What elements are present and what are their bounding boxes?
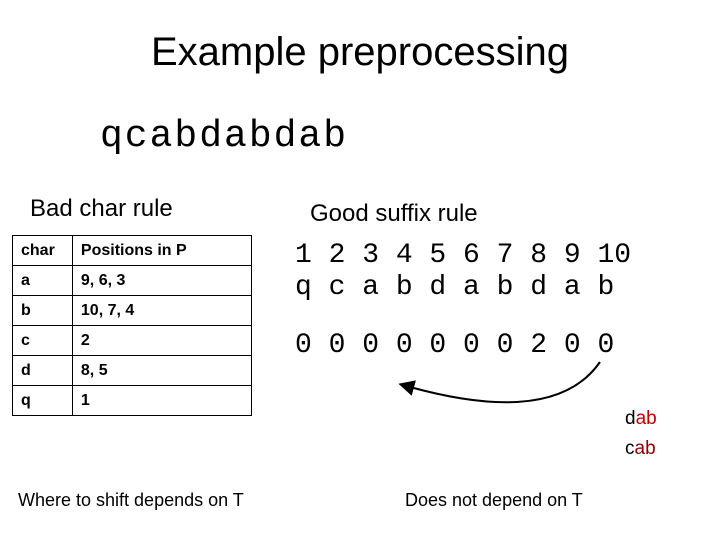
table-row: a 9, 6, 3 (13, 266, 252, 296)
cell-positions: 8, 5 (72, 356, 251, 386)
cell-positions: 9, 6, 3 (72, 266, 251, 296)
table-row: d 8, 5 (13, 356, 252, 386)
suffix-highlight: ab (636, 408, 657, 429)
cell-positions: 2 (72, 326, 251, 356)
cell-positions: 10, 7, 4 (72, 296, 251, 326)
th-positions: Positions in P (72, 236, 251, 266)
good-suffix-pattern: q c a b d a b d a b (295, 272, 614, 303)
bad-char-rule-header: Bad char rule (30, 195, 173, 223)
good-suffix-rule-header: Good suffix rule (310, 200, 478, 228)
suffix-label-cab: cab (625, 438, 656, 460)
caption-good-suffix: Does not depend on T (405, 490, 583, 511)
caption-bad-char: Where to shift depends on T (18, 490, 244, 511)
pattern-string: qcabdabdab (100, 115, 348, 158)
suffix-prefix: d (625, 408, 636, 429)
cell-char: d (13, 356, 73, 386)
suffix-prefix: c (625, 438, 635, 459)
cell-positions: 1 (72, 386, 251, 416)
table-row: q 1 (13, 386, 252, 416)
suffix-label-dab: dab (625, 408, 657, 430)
table-row: char Positions in P (13, 236, 252, 266)
suffix-highlight: ab (635, 438, 656, 459)
table-row: b 10, 7, 4 (13, 296, 252, 326)
cell-char: c (13, 326, 73, 356)
cell-char: a (13, 266, 73, 296)
cell-char: q (13, 386, 73, 416)
th-char: char (13, 236, 73, 266)
table-row: c 2 (13, 326, 252, 356)
slide-title: Example preprocessing (0, 30, 720, 75)
cell-char: b (13, 296, 73, 326)
good-suffix-indices: 1 2 3 4 5 6 7 8 9 10 (295, 240, 631, 271)
arrow-icon (395, 352, 625, 432)
good-suffix-values: 0 0 0 0 0 0 0 2 0 0 (295, 330, 614, 361)
bad-char-table: char Positions in P a 9, 6, 3 b 10, 7, 4… (12, 235, 252, 416)
